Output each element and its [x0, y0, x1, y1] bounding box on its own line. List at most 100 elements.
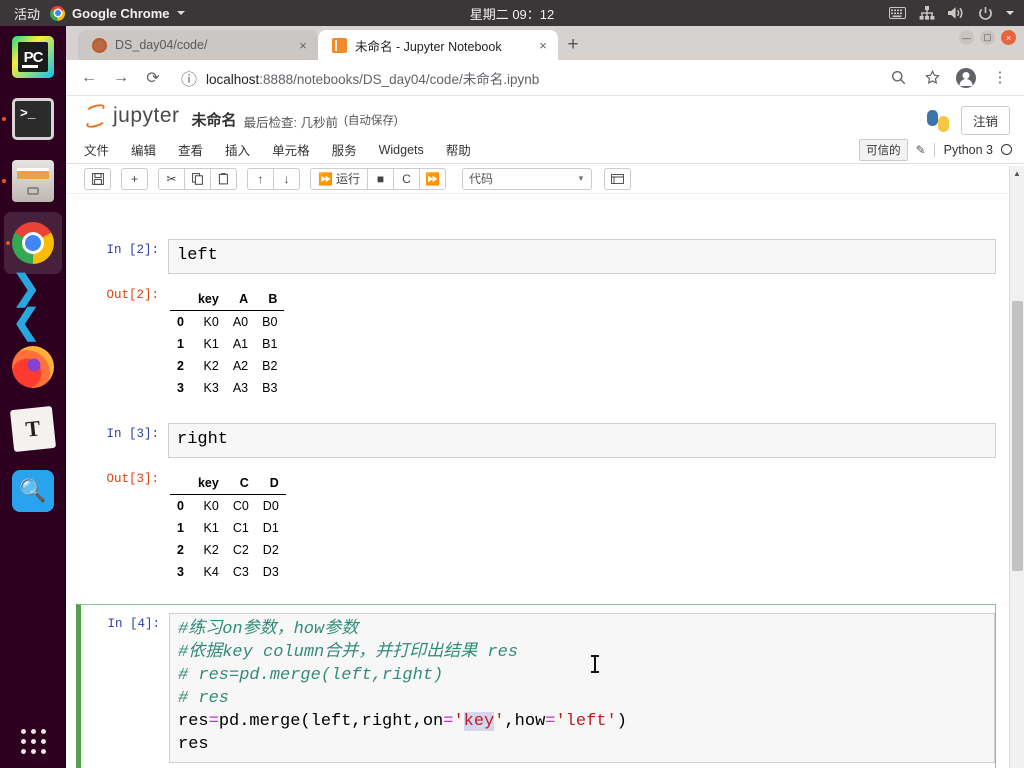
jupyter-logo[interactable]: jupyter	[84, 102, 180, 130]
maximize-button[interactable]: ▢	[980, 30, 995, 45]
input-prompt: In [3]:	[106, 426, 159, 441]
terminal-icon: >_	[12, 98, 54, 140]
folder-icon	[92, 37, 107, 53]
new-tab-button[interactable]: +	[558, 34, 588, 60]
cell-value: K1	[203, 520, 219, 535]
notebook-cell[interactable]: In [2]: left	[80, 234, 996, 279]
dataframe-table: key C D 0 K0 C0 D0 1 K1 C1 D1 2 K2 C2 D2 3 K4 C3 D3	[170, 471, 286, 583]
keyboard-icon[interactable]	[889, 7, 906, 19]
trusted-badge[interactable]: 可信的	[859, 138, 908, 161]
copy-icon[interactable]	[184, 167, 211, 190]
cell-value: D2	[262, 542, 279, 557]
row-index: 3	[177, 564, 184, 579]
close-button[interactable]: ×	[1001, 30, 1016, 45]
notebook-cell-selected[interactable]: In [4]: #练习on参数，how参数 #依据key column合并，并打…	[76, 603, 996, 768]
dock-item-files[interactable]	[0, 150, 66, 212]
menu-view[interactable]: 查看	[178, 140, 203, 159]
page-scrollbar[interactable]: ▲ ▼	[1009, 166, 1024, 768]
cell-type-value: 代码	[468, 172, 493, 186]
scroll-up-arrow[interactable]: ▲	[1010, 166, 1024, 181]
jupyter-icon	[332, 37, 347, 53]
dock-item-typora[interactable]: T	[0, 398, 66, 460]
kernel-name[interactable]: Python 3	[933, 142, 993, 157]
tab-jupyter-notebook[interactable]: 未命名 - Jupyter Notebook ×	[318, 30, 558, 60]
menu-edit[interactable]: 编辑	[131, 140, 156, 159]
dock-item-vscode[interactable]: ❯❮	[0, 271, 66, 339]
cell-value: B1	[262, 336, 278, 351]
move-cell-up-button[interactable]: ↑	[247, 167, 274, 190]
toolbar-group-run: ⏩ 运行 ■ C ⏩	[310, 167, 446, 190]
output-prompt: Out[3]:	[106, 471, 159, 486]
tab-ds-day04[interactable]: DS_day04/code/ ×	[78, 30, 318, 60]
restart-and-run-all-button[interactable]: ⏩	[418, 167, 446, 190]
run-cell-button[interactable]: ⏩ 运行	[310, 167, 368, 190]
minimize-button[interactable]: —	[959, 30, 974, 45]
activities-button[interactable]: 活动	[0, 4, 50, 23]
edit-pencil-icon[interactable]: ✎	[916, 143, 926, 157]
chrome-menu-icon[interactable]: ⋮	[986, 65, 1014, 91]
cut-icon[interactable]: ✂	[158, 167, 185, 190]
app-menu-chrome[interactable]: Google Chrome	[50, 5, 185, 21]
tab-close-icon[interactable]: ×	[536, 38, 550, 53]
interrupt-kernel-button[interactable]: ■	[366, 167, 394, 190]
power-icon[interactable]	[978, 6, 993, 21]
notebook-cell[interactable]: In [3]: right	[80, 418, 996, 463]
menu-file[interactable]: 文件	[84, 140, 109, 159]
row-index: 2	[177, 542, 184, 557]
dropdown-icon[interactable]	[1006, 11, 1014, 15]
cell-value: B0	[262, 314, 278, 329]
table-row: 1 K1 A1 B1	[170, 333, 284, 355]
address-bar[interactable]: ⓘ localhost:8888/notebooks/DS_day04/code…	[172, 64, 878, 91]
menu-kernel[interactable]: 服务	[332, 140, 357, 159]
paste-icon[interactable]	[210, 167, 237, 190]
chevron-down-icon	[176, 11, 185, 15]
profile-avatar[interactable]	[952, 65, 980, 91]
back-button[interactable]: ←	[76, 65, 102, 91]
notebook-cell-output: Out[3]: key C D 0 K0 C0 D0 1 K1 C1 D1 2 K2 C2 D2	[80, 463, 996, 590]
scrollbar-thumb[interactable]	[1012, 301, 1023, 571]
bookmark-star-icon[interactable]	[918, 65, 946, 91]
cell-type-select[interactable]: 代码 ▼	[461, 167, 592, 190]
dock-item-pycharm[interactable]: PC	[0, 26, 66, 88]
cell-value: A2	[232, 358, 249, 373]
dock-item-firefox[interactable]	[0, 336, 66, 398]
show-applications-button[interactable]	[0, 729, 66, 754]
tab-close-icon[interactable]: ×	[296, 38, 310, 53]
volume-icon[interactable]	[948, 6, 965, 20]
network-icon[interactable]	[919, 6, 935, 20]
insert-cell-button[interactable]: +	[121, 167, 148, 190]
column-header: key	[190, 287, 226, 311]
menu-cell[interactable]: 单元格	[272, 140, 310, 159]
dock-item-chrome[interactable]	[4, 212, 62, 274]
move-cell-down-button[interactable]: ↓	[273, 167, 300, 190]
row-index: 3	[177, 380, 184, 395]
cell-body: #练习on参数，how参数 #依据key column合并，并打印出结果 res…	[169, 612, 995, 763]
toolbar-group-move: ↑ ↓	[247, 167, 300, 190]
code-editor[interactable]: #练习on参数，how参数 #依据key column合并，并打印出结果 res…	[169, 612, 995, 763]
dock-item-terminal[interactable]: >_	[0, 88, 66, 150]
code-editor[interactable]: left	[168, 239, 996, 274]
menu-widgets[interactable]: Widgets	[379, 143, 424, 157]
logout-button[interactable]: 注销	[960, 106, 1010, 135]
table-header-row: key C D	[170, 471, 286, 495]
command-palette-icon[interactable]	[603, 167, 631, 190]
search-icon[interactable]	[884, 65, 912, 91]
table-corner	[170, 471, 191, 495]
toolbar-group-edit: ✂	[158, 167, 237, 190]
restart-kernel-button[interactable]: C	[392, 167, 420, 190]
cell-value: B2	[262, 358, 278, 373]
notebook-title[interactable]: 未命名	[192, 104, 237, 130]
table-row: 3 K4 C3 D3	[170, 561, 286, 583]
menu-insert[interactable]: 插入	[225, 140, 250, 159]
dock-item-search[interactable]: 🔍	[0, 460, 66, 522]
text-cursor	[591, 655, 599, 673]
cell-value: A0	[232, 314, 249, 329]
forward-button[interactable]: →	[108, 65, 134, 91]
site-info-icon[interactable]: ⓘ	[180, 65, 198, 91]
table-row: 0 K0 A0 B0	[170, 310, 284, 333]
code-editor[interactable]: right	[168, 422, 996, 458]
save-icon[interactable]	[84, 167, 111, 190]
menu-help[interactable]: 帮助	[446, 140, 471, 159]
reload-button[interactable]: ⟳	[140, 65, 166, 91]
checkpoint-status: 最后检查: 几秒前	[243, 116, 338, 130]
